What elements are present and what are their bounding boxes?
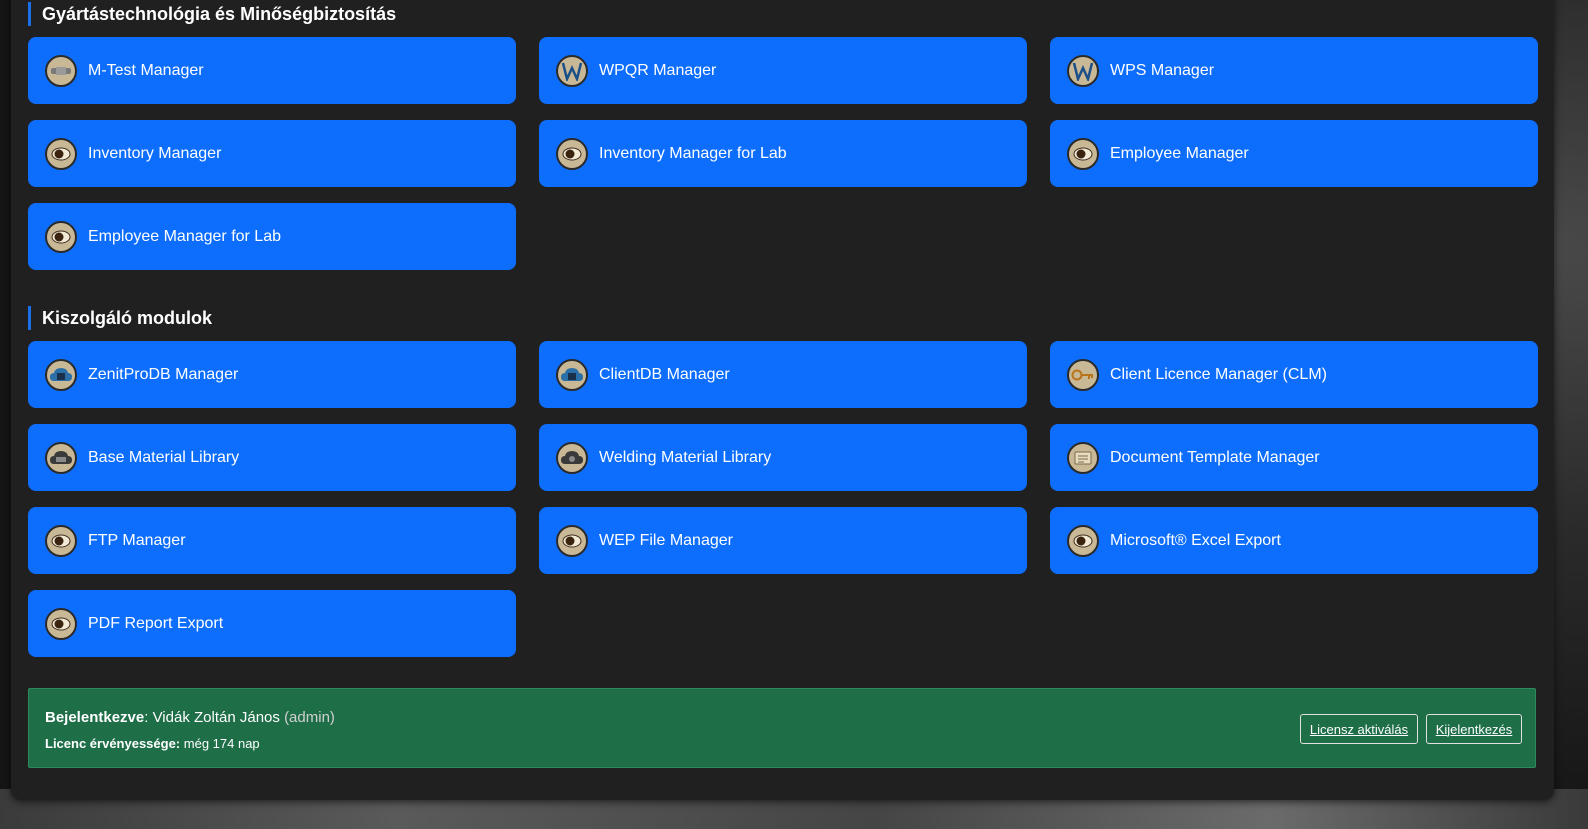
tile-label: WPS Manager — [1110, 61, 1215, 79]
module-icon — [45, 220, 77, 253]
tile-clientdb-manager[interactable]: ClientDB Manager — [539, 341, 1027, 408]
logged-in-line: Bejelentkezve: Vidák Zoltán János (admin… — [45, 709, 335, 726]
section-title-service-modules: Kiszolgáló modulok — [28, 306, 212, 330]
tile-label: Employee Manager — [1110, 144, 1249, 162]
tile-m-test-manager[interactable]: M-Test Manager — [28, 37, 516, 104]
user-role: (admin) — [284, 709, 335, 726]
tile-label: WEP File Manager — [599, 531, 733, 549]
tile-client-licence-manager[interactable]: Client Licence Manager (CLM) — [1050, 341, 1538, 408]
tile-zenitprodb-manager[interactable]: ZenitProDB Manager — [28, 341, 516, 408]
tile-excel-export[interactable]: Microsoft® Excel Export — [1050, 507, 1538, 574]
tile-label: Inventory Manager — [88, 144, 222, 162]
module-icon — [1067, 524, 1099, 557]
tile-welding-material-library[interactable]: Welding Material Library — [539, 424, 1027, 491]
module-icon — [556, 137, 588, 170]
key-icon — [1067, 358, 1099, 391]
licence-value: még 174 nap — [183, 736, 260, 751]
tile-inventory-manager-lab[interactable]: Inventory Manager for Lab — [539, 120, 1027, 187]
tile-wpqr-manager[interactable]: WPQR Manager — [539, 37, 1027, 104]
licence-line: Licenc érvényessége: még 174 nap — [45, 736, 260, 751]
module-icon — [1067, 137, 1099, 170]
tile-label: ClientDB Manager — [599, 365, 730, 383]
mtest-icon — [45, 54, 77, 87]
tile-inventory-manager[interactable]: Inventory Manager — [28, 120, 516, 187]
tile-document-template-manager[interactable]: Document Template Manager — [1050, 424, 1538, 491]
tile-label: Welding Material Library — [599, 448, 772, 466]
tile-employee-manager-lab[interactable]: Employee Manager for Lab — [28, 203, 516, 270]
licence-activate-button[interactable]: Licensz aktiválás — [1300, 714, 1418, 744]
wpqr-icon — [556, 54, 588, 87]
tile-label: WPQR Manager — [599, 61, 717, 79]
logged-in-label: Bejelentkezve — [45, 709, 145, 726]
tile-label: Microsoft® Excel Export — [1110, 531, 1281, 549]
tile-label: M-Test Manager — [88, 61, 204, 79]
material-cloud-icon — [45, 441, 77, 474]
tile-wep-file-manager[interactable]: WEP File Manager — [539, 507, 1027, 574]
tile-label: FTP Manager — [88, 531, 186, 549]
tile-label: Inventory Manager for Lab — [599, 144, 787, 162]
tile-label: ZenitProDB Manager — [88, 365, 239, 383]
database-cloud-icon — [45, 358, 77, 391]
tile-pdf-report-export[interactable]: PDF Report Export — [28, 590, 516, 657]
tile-label: Document Template Manager — [1110, 448, 1320, 466]
tile-label: Employee Manager for Lab — [88, 227, 281, 245]
module-icon — [45, 607, 77, 640]
tile-wps-manager[interactable]: WPS Manager — [1050, 37, 1538, 104]
wps-icon — [1067, 54, 1099, 87]
tile-label: PDF Report Export — [88, 614, 224, 632]
document-template-icon — [1067, 441, 1099, 474]
module-icon — [45, 137, 77, 170]
logout-button[interactable]: Kijelentkezés — [1426, 714, 1522, 744]
tile-label: Client Licence Manager (CLM) — [1110, 365, 1327, 383]
tile-employee-manager[interactable]: Employee Manager — [1050, 120, 1538, 187]
tile-label: Base Material Library — [88, 448, 240, 466]
tile-ftp-manager[interactable]: FTP Manager — [28, 507, 516, 574]
material-cloud-icon — [556, 441, 588, 474]
database-cloud-icon — [556, 358, 588, 391]
module-icon — [556, 524, 588, 557]
section-title-manufacturing: Gyártástechnológia és Minőségbiztosítás — [28, 2, 396, 26]
licence-label: Licenc érvényessége: — [45, 736, 181, 751]
module-icon — [45, 524, 77, 557]
session-footer: Bejelentkezve: Vidák Zoltán János (admin… — [28, 688, 1536, 768]
user-name: Vidák Zoltán János — [152, 709, 280, 726]
tile-base-material-library[interactable]: Base Material Library — [28, 424, 516, 491]
